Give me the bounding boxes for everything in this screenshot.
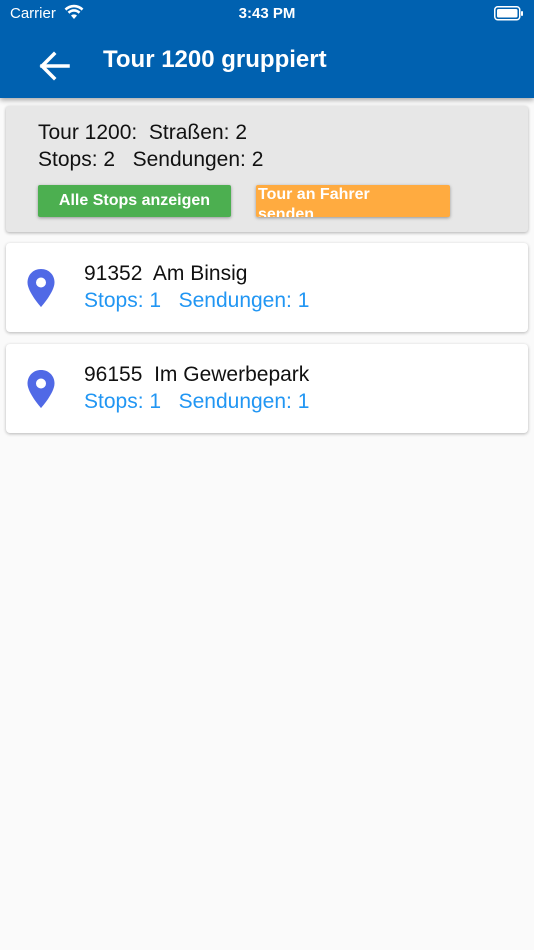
street-stops-count: 1: [149, 289, 162, 312]
street-title: 96155 Im Gewerbepark: [84, 363, 309, 387]
strassen-count: 2: [235, 121, 247, 144]
street-stops-count: 1: [149, 390, 162, 413]
street-sendungen-label: Sendungen:: [178, 390, 292, 413]
summary-line-tour: Tour 1200: Straßen: 2: [38, 121, 247, 145]
stops-label: Stops:: [38, 148, 98, 171]
send-tour-button-label: Tour an Fahrer senden: [258, 186, 370, 217]
location-pin-icon: [27, 269, 55, 307]
app-bar: Carrier 3:43 PM Tour 1200 gruppiert: [0, 0, 534, 98]
show-all-stops-button[interactable]: Alle Stops anzeigen: [38, 185, 231, 217]
street-card[interactable]: 96155 Im Gewerbepark Stops: 1 Sendungen:…: [6, 344, 528, 433]
summary-line-counts: Stops: 2 Sendungen: 2: [38, 148, 263, 172]
street-stops-label: Stops:: [84, 289, 144, 312]
street-counts: Stops: 1 Sendungen: 1: [84, 390, 309, 414]
stops-count: 2: [103, 148, 116, 171]
status-bar: Carrier 3:43 PM: [0, 0, 534, 28]
street-title: 91352 Am Binsig: [84, 262, 247, 286]
location-pin-icon: [27, 370, 55, 408]
street-sendungen-count: 1: [297, 390, 310, 413]
back-button[interactable]: [32, 46, 76, 86]
street-name: Am Binsig: [152, 262, 248, 285]
strassen-label: Straßen:: [148, 121, 230, 144]
arrow-back-icon: [39, 51, 70, 81]
street-stops-label: Stops:: [84, 390, 144, 413]
page-title: Tour 1200 gruppiert: [103, 46, 327, 73]
sendungen-label: Sendungen:: [132, 148, 246, 171]
street-name: Im Gewerbepark: [154, 363, 310, 386]
street-zip: 96155: [84, 363, 143, 386]
clock: 3:43 PM: [238, 5, 296, 22]
sendungen-count: 2: [251, 148, 264, 171]
street-card[interactable]: 91352 Am Binsig Stops: 1 Sendungen: 1: [6, 243, 528, 332]
tour-summary-card: Tour 1200: Straßen: 2 Stops: 2 Sendungen…: [6, 106, 528, 232]
battery-icon: [494, 6, 524, 25]
street-zip: 91352: [84, 262, 143, 285]
tour-label: Tour 1200:: [38, 121, 138, 144]
send-tour-to-driver-button[interactable]: Tour an Fahrer senden: [256, 185, 450, 217]
street-counts: Stops: 1 Sendungen: 1: [84, 289, 309, 313]
street-sendungen-count: 1: [297, 289, 310, 312]
street-sendungen-label: Sendungen:: [178, 289, 292, 312]
